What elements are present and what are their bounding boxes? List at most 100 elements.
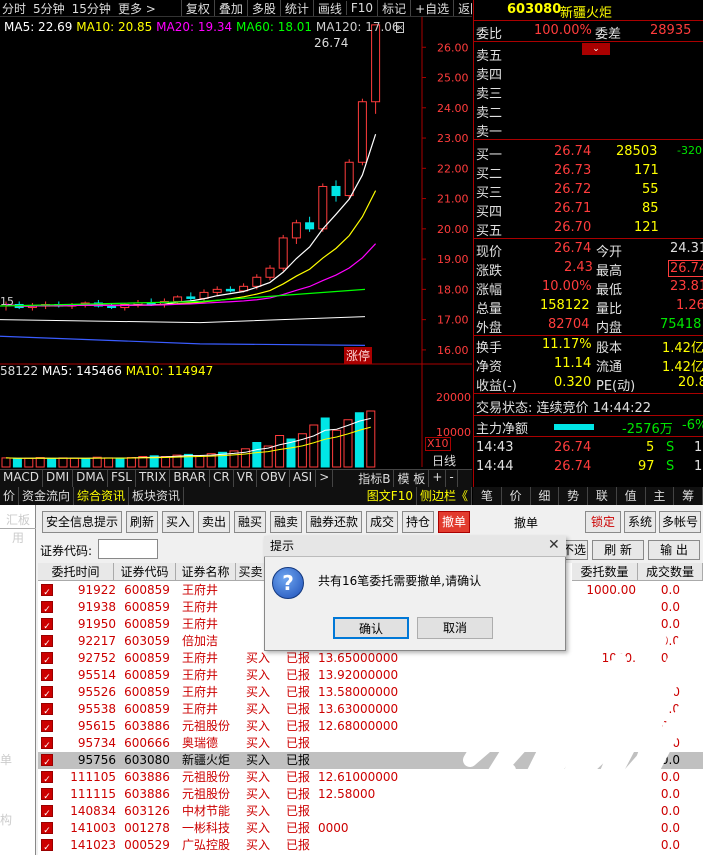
side-tab-chips[interactable]: 筹	[674, 487, 703, 505]
stat-value: 26.74	[554, 241, 592, 256]
tool-stats[interactable]: 统计	[279, 0, 313, 16]
period-15min[interactable]: 15分钟	[72, 0, 111, 16]
day-line-label[interactable]: 日线	[432, 452, 456, 469]
stat-label: 流通	[596, 360, 623, 375]
cell-time: 95734	[77, 736, 116, 750]
stat-value: 158122	[540, 298, 590, 313]
positions-button[interactable]: 持仓	[402, 511, 434, 533]
col-order-time[interactable]: 委托时间	[38, 563, 114, 581]
col-code[interactable]: 证券代码	[114, 563, 176, 581]
tool-mark[interactable]: 标记	[377, 0, 410, 16]
tab-trix[interactable]: TRIX	[136, 470, 171, 487]
tool-multi[interactable]: 多股	[246, 0, 280, 16]
multi-account-button[interactable]: 多帐号	[659, 511, 701, 533]
tab-dmi[interactable]: DMI	[43, 470, 74, 487]
info-tab-fund-flow[interactable]: 资金流向	[19, 487, 75, 505]
trade-left-nav: 汇板 用 单 构	[0, 505, 36, 855]
cell-code: 600859	[124, 702, 170, 716]
info-tab-price[interactable]: 价	[0, 487, 20, 505]
side-tab-detail[interactable]: 细	[531, 487, 560, 505]
code-input[interactable]	[98, 539, 158, 559]
side-tab-trend[interactable]: 势	[559, 487, 588, 505]
export-button[interactable]: 输 出	[648, 540, 700, 560]
tab-vr[interactable]: VR	[234, 470, 258, 487]
side-tab-value[interactable]: 值	[617, 487, 646, 505]
y-tick-label: 24.00	[437, 102, 469, 115]
sidebar-toggle[interactable]: 侧边栏《	[417, 487, 472, 505]
cell-time: 95514	[77, 668, 116, 682]
system-button[interactable]: 系统	[624, 511, 656, 533]
tool-f10[interactable]: F10	[345, 1, 377, 15]
sell-button[interactable]: 卖出	[198, 511, 230, 533]
cell-side: 买入	[245, 787, 270, 801]
sell-label: 卖三	[476, 87, 503, 102]
margin-sell-button[interactable]: 融卖	[270, 511, 302, 533]
col-order-qty[interactable]: 委托数量	[572, 563, 638, 581]
tab-template[interactable]: 模 板	[394, 470, 430, 487]
margin-buy-button[interactable]: 融买	[234, 511, 266, 533]
repay-button[interactable]: 融券还款	[306, 511, 362, 533]
tool-add-watch[interactable]: +自选	[410, 0, 453, 16]
deals-button[interactable]: 成交	[366, 511, 398, 533]
vol-scale-tag: X10	[425, 437, 451, 451]
tab-asi[interactable]: ASI	[290, 470, 317, 487]
nav-item[interactable]: 构	[0, 811, 12, 828]
security-info-button[interactable]: 安全信息提示	[42, 511, 122, 533]
tick-side: S	[666, 459, 675, 474]
legend-toggle-icon[interactable]: ×	[396, 22, 404, 33]
nav-item[interactable]: 用	[0, 529, 36, 546]
period-1min[interactable]: 分时	[2, 0, 26, 16]
tab-obv[interactable]: OBV	[257, 470, 290, 487]
info-tab-news[interactable]: 综合资讯	[74, 487, 130, 505]
stat-row-eps: 收益(-) 0.320 PE(动) 20.8	[474, 375, 703, 394]
high-label: 26.74	[314, 36, 349, 50]
nav-item[interactable]: 汇板	[0, 511, 36, 529]
cancel-button[interactable]: 取消	[417, 617, 493, 639]
nav-item[interactable]: 单	[0, 751, 12, 768]
tab-brar[interactable]: BRAR	[170, 470, 211, 487]
confirm-button[interactable]: 确认	[333, 617, 409, 639]
close-icon[interactable]: ✕	[548, 537, 560, 553]
cell-status: 已报	[286, 702, 311, 716]
tab-dma[interactable]: DMA	[73, 470, 108, 487]
tab-fsl[interactable]: FSL	[108, 470, 136, 487]
buy-button[interactable]: 买入	[162, 511, 194, 533]
tool-overlay[interactable]: 叠加	[213, 0, 247, 16]
cell-time: 91922	[77, 583, 116, 597]
zoom-out-button[interactable]: -	[446, 470, 458, 487]
tick-volume: 5	[646, 440, 655, 455]
cell-side: 买入	[245, 753, 270, 767]
zoom-in-button[interactable]: +	[429, 470, 447, 487]
cell-price: 12.68000000	[318, 719, 399, 733]
col-name[interactable]: 证券名称	[176, 563, 236, 581]
tool-back[interactable]: 返回	[453, 0, 472, 16]
side-tab-related[interactable]: 联	[588, 487, 617, 505]
tab-cr[interactable]: CR	[210, 470, 234, 487]
tab-more[interactable]: >	[316, 470, 334, 487]
col-done-qty[interactable]: 成交数量	[638, 563, 703, 581]
period-5min[interactable]: 5分钟	[33, 0, 65, 16]
side-tab-trades[interactable]: 笔	[473, 487, 502, 505]
tab-indicator-b[interactable]: 指标B	[355, 470, 395, 487]
tick-price: 26.74	[554, 440, 592, 455]
tab-macd[interactable]: MACD	[0, 470, 43, 487]
tool-draw[interactable]: 画线	[312, 0, 346, 16]
cancel-order-tab[interactable]: 撤单	[438, 511, 470, 533]
cell-name: 王府井	[182, 583, 219, 597]
ma250-line	[0, 335, 366, 346]
stat-label: 收益(-)	[476, 379, 517, 394]
side-tab-main[interactable]: 主	[646, 487, 675, 505]
period-more[interactable]: 更多 >	[118, 0, 156, 16]
refresh-button[interactable]: 刷新	[126, 511, 158, 533]
info-tab-f10[interactable]: 图文F10	[364, 487, 417, 505]
lock-button[interactable]: 锁定	[585, 511, 621, 533]
cell-time: 95526	[77, 685, 116, 699]
indicator-tabs: MACD DMI DMA FSL TRIX BRAR CR VR OBV ASI…	[0, 469, 472, 487]
info-tab-sector[interactable]: 板块资讯	[129, 487, 185, 505]
stock-code: 603080	[507, 2, 562, 17]
cell-name: 王府井	[182, 617, 219, 631]
tool-adjust[interactable]: 复权	[180, 0, 214, 16]
side-tab-price[interactable]: 价	[502, 487, 531, 505]
refresh-list-button[interactable]: 刷 新	[592, 540, 644, 560]
col-side[interactable]: 买卖	[236, 563, 266, 581]
